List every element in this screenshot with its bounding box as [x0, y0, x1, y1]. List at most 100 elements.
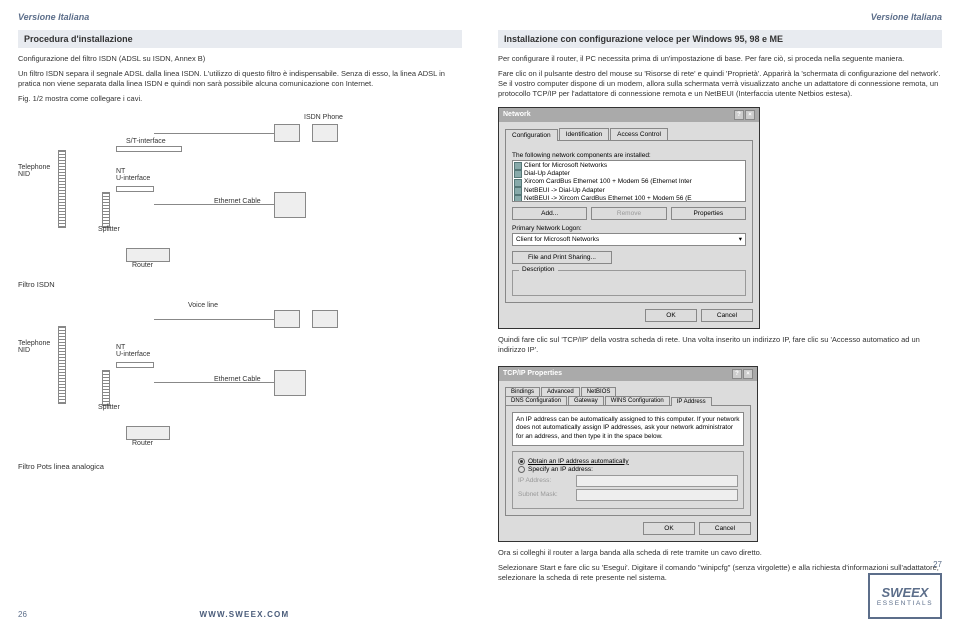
device-phone2 — [312, 124, 338, 142]
lbl-voice-line: Voice line — [188, 302, 218, 309]
tab-wins[interactable]: WINS Configuration — [605, 396, 670, 405]
tab-gateway[interactable]: Gateway — [568, 396, 604, 405]
header-left: Versione Italiana — [18, 12, 462, 22]
radio-specify[interactable]: Specify an IP address: — [518, 466, 738, 473]
lbl-components: The following network components are ins… — [512, 152, 746, 159]
diagram-isdn: ISDN Phone S/T-interface Telephone NID N… — [18, 114, 462, 274]
box-nt-b — [116, 362, 154, 368]
subnet-mask-field — [576, 489, 738, 501]
device-phone1b — [274, 310, 300, 328]
network-title: Network — [503, 111, 531, 118]
tab-configuration[interactable]: Configuration — [505, 129, 558, 141]
lbl-filtro-pots: Filtro Pots linea analogica — [18, 462, 462, 472]
lbl-router: Router — [132, 262, 153, 269]
lbl-description: Description — [519, 266, 558, 273]
box-st — [116, 146, 182, 152]
section-title-procedure: Procedura d'installazione — [18, 30, 462, 48]
lbl-splitter-b: Splitter — [98, 404, 120, 411]
protocol-icon — [514, 195, 522, 201]
nid-post — [58, 150, 66, 228]
header-right: Versione Italiana — [498, 12, 942, 22]
p-tcpip-click: Quindi fare clic sul 'TCP/IP' della vost… — [498, 335, 942, 355]
tab-bindings[interactable]: Bindings — [505, 387, 540, 396]
lbl-router-b: Router — [132, 440, 153, 447]
nid-post-b — [58, 326, 66, 404]
ok-button[interactable]: OK — [645, 309, 697, 322]
p-fig12: Fig. 1/2 mostra come collegare i cavi. — [18, 94, 462, 104]
client-icon — [514, 162, 522, 170]
lbl-nt-u: NT U-interface — [116, 168, 150, 182]
footer-url: WWW.SWEEX.COM — [200, 610, 290, 619]
lbl-telephone-nid-b: Telephone NID — [18, 340, 50, 354]
list-item: Dial-Up Adapter — [514, 170, 744, 178]
lbl-nt-u-b: NT U-interface — [116, 344, 150, 358]
close-icon[interactable]: × — [745, 110, 755, 120]
section-title-install: Installazione con configurazione veloce … — [498, 30, 942, 48]
tcpip-titlebar[interactable]: TCP/IP Properties ? × — [499, 367, 757, 381]
close-icon[interactable]: × — [743, 369, 753, 379]
device-phone2b — [312, 310, 338, 328]
logo-brand: SWEEX — [882, 585, 929, 600]
device-router — [126, 248, 170, 262]
page-number-27: 27 — [933, 560, 942, 569]
primary-logon-select[interactable]: Client for Microsoft Networks ▾ — [512, 233, 746, 246]
protocol-icon — [514, 187, 522, 195]
list-item: NetBEUI -> Dial-Up Adapter — [514, 187, 744, 195]
page-27: Versione Italiana Installazione con conf… — [480, 0, 960, 629]
add-button[interactable]: Add... — [512, 207, 587, 220]
sweex-logo: SWEEX ESSENTIALS — [868, 573, 942, 619]
p-filter-desc: Un filtro ISDN separa il segnale ADSL da… — [18, 69, 462, 89]
components-listbox[interactable]: Client for Microsoft Networks Dial-Up Ad… — [512, 160, 746, 202]
device-router-b — [126, 426, 170, 440]
ip-address-field — [576, 475, 738, 487]
chevron-down-icon: ▾ — [739, 235, 742, 243]
p-configure-router: Per configurare il router, il PC necessi… — [498, 54, 942, 64]
lbl-splitter: Splitter — [98, 226, 120, 233]
tcpip-intro: An IP address can be automatically assig… — [512, 412, 744, 446]
list-item: Client for Microsoft Networks — [514, 162, 744, 170]
tcpip-dialog: TCP/IP Properties ? × Bindings Advanced … — [498, 366, 758, 542]
tab-netbios[interactable]: NetBIOS — [581, 387, 617, 396]
tab-advanced[interactable]: Advanced — [541, 387, 580, 396]
tcpip-title: TCP/IP Properties — [503, 370, 562, 377]
lbl-isdn-phone: ISDN Phone — [304, 114, 343, 121]
splitter-post — [102, 192, 110, 228]
lbl-st-interface: S/T-interface — [126, 138, 166, 145]
radio-obtain-auto[interactable]: Obtain an IP address automatically — [518, 458, 738, 465]
properties-button[interactable]: Properties — [671, 207, 746, 220]
help-icon[interactable]: ? — [732, 369, 742, 379]
network-dialog: Network ? × Configuration Identification… — [498, 107, 760, 329]
p-connect-router: Ora si colleghi il router a larga banda … — [498, 548, 942, 558]
lbl-filtro-isdn: Filtro ISDN — [18, 280, 462, 290]
help-icon[interactable]: ? — [734, 110, 744, 120]
tab-dns[interactable]: DNS Configuration — [505, 396, 567, 405]
list-item: Xircom CardBus Ethernet 100 + Modem 56 (… — [514, 178, 744, 186]
device-phone1 — [274, 124, 300, 142]
page-26: Versione Italiana Procedura d'installazi… — [0, 0, 480, 629]
p-right-click: Fare clic on il pulsante destro del mous… — [498, 69, 942, 99]
radio-icon — [518, 458, 525, 465]
page-number-26: 26 — [18, 610, 27, 619]
p-config-isdn: Configurazione del filtro ISDN (ADSL su … — [18, 54, 462, 64]
box-nt — [116, 186, 154, 192]
cancel-button[interactable]: Cancel — [701, 309, 753, 322]
device-pc — [274, 192, 306, 218]
lbl-logon: Primary Network Logon: — [512, 225, 746, 232]
list-item: NetBEUI -> Xircom CardBus Ethernet 100 +… — [514, 195, 744, 201]
splitter-post-b — [102, 370, 110, 406]
adapter-icon — [514, 170, 522, 178]
ok-button[interactable]: OK — [643, 522, 695, 535]
cancel-button[interactable]: Cancel — [699, 522, 751, 535]
diagram-pots: Voice line Telephone NID NT U-interface … — [18, 296, 462, 456]
tab-ip-address[interactable]: IP Address — [671, 397, 712, 406]
logo-sub: ESSENTIALS — [877, 600, 933, 607]
radio-icon — [518, 466, 525, 473]
lbl-ip: IP Address: — [518, 477, 572, 484]
tab-identification[interactable]: Identification — [559, 128, 610, 140]
adapter-icon — [514, 179, 522, 187]
tab-access-control[interactable]: Access Control — [610, 128, 668, 140]
file-print-sharing-button[interactable]: File and Print Sharing... — [512, 251, 612, 264]
remove-button[interactable]: Remove — [591, 207, 666, 220]
network-titlebar[interactable]: Network ? × — [499, 108, 759, 122]
lbl-subnet: Subnet Mask: — [518, 491, 572, 498]
